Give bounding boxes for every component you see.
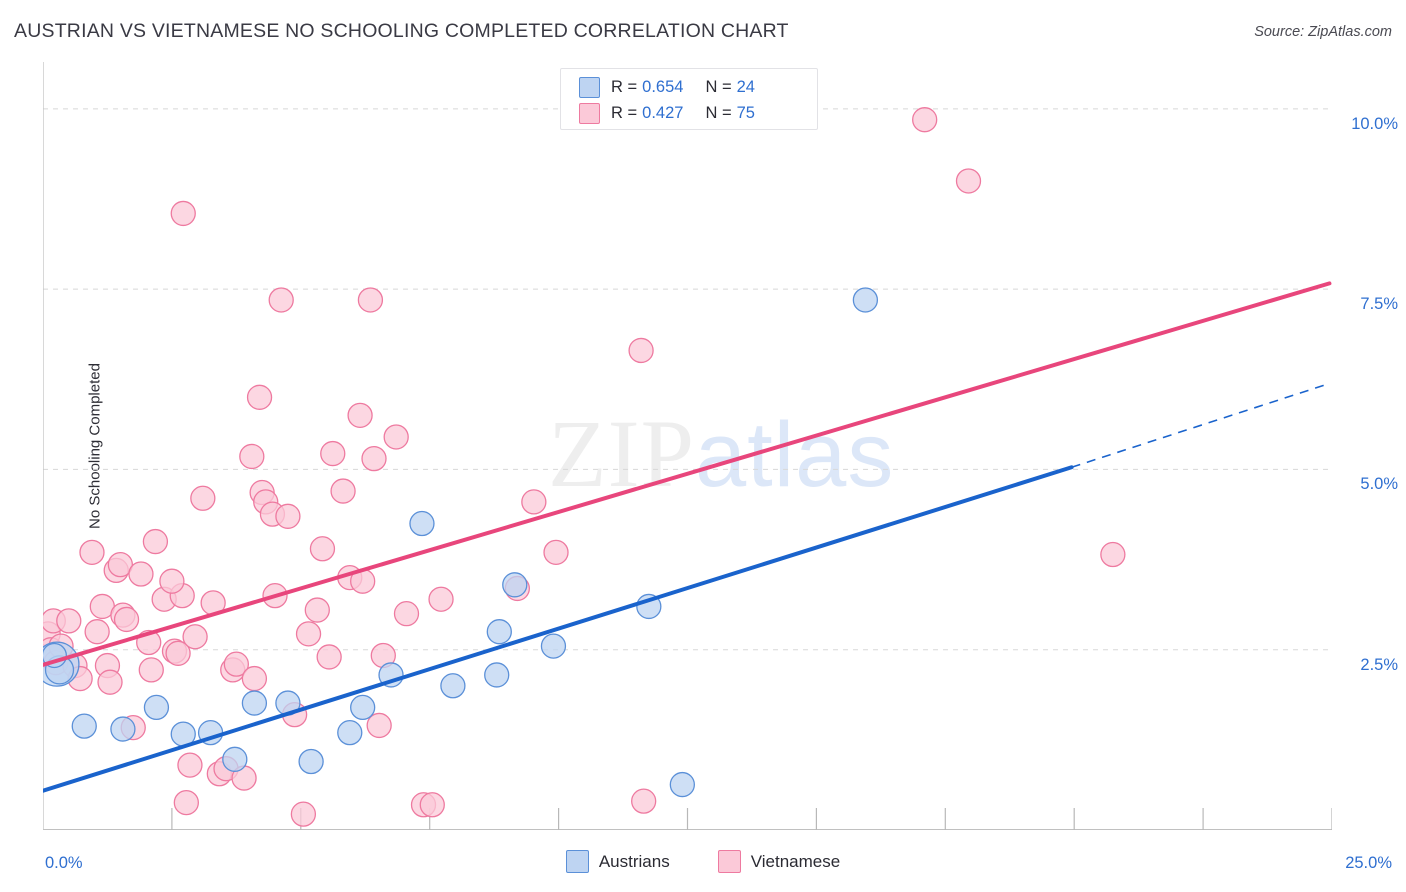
data-point[interactable] — [246, 384, 273, 410]
data-point[interactable] — [440, 673, 466, 699]
data-point[interactable] — [173, 789, 199, 816]
data-point[interactable] — [347, 402, 373, 429]
data-point[interactable] — [852, 287, 879, 313]
data-point[interactable] — [409, 510, 435, 537]
scatter-plot-svg — [43, 62, 1332, 830]
data-point[interactable] — [337, 719, 363, 746]
legend-item-austrians[interactable]: Austrians — [565, 850, 670, 873]
austrians-r-label: R = — [611, 77, 638, 96]
vietnamese-n-label: N = — [705, 103, 732, 122]
data-point[interactable] — [56, 608, 82, 634]
vietnamese-swatch-icon — [579, 102, 600, 124]
data-point[interactable] — [330, 478, 356, 504]
data-point[interactable] — [128, 561, 154, 587]
vietnamese-legend-swatch-icon — [717, 850, 741, 873]
correlation-stats-box: R = 0.654 N = 24 R = 0.427 N = 75 — [560, 68, 818, 130]
data-point[interactable] — [955, 168, 982, 194]
data-point[interactable] — [159, 568, 185, 594]
data-point[interactable] — [419, 792, 445, 818]
data-point[interactable] — [84, 619, 110, 645]
series-points-vietnamese — [43, 107, 1126, 827]
austrians-r-value: 0.654 — [642, 77, 684, 96]
data-point[interactable] — [428, 586, 454, 612]
data-point[interactable] — [170, 200, 196, 227]
stat-row-austrians: R = 0.654 N = 24 — [561, 74, 817, 100]
page-title: AUSTRIAN VS VIETNAMESE NO SCHOOLING COMP… — [14, 20, 789, 42]
data-point[interactable] — [543, 539, 569, 566]
data-point[interactable] — [521, 489, 547, 515]
data-point[interactable] — [912, 107, 938, 133]
y-tick-label: 5.0% — [1360, 475, 1398, 494]
data-point[interactable] — [357, 287, 384, 313]
trendline-extension-austrians — [1071, 383, 1328, 469]
data-point[interactable] — [383, 424, 409, 450]
vietnamese-legend-label: Vietnamese — [750, 851, 841, 871]
legend-item-vietnamese[interactable]: Vietnamese — [717, 850, 841, 873]
data-point[interactable] — [502, 572, 528, 598]
austrians-n-value: 24 — [736, 77, 755, 96]
data-point[interactable] — [222, 746, 248, 772]
data-point[interactable] — [268, 287, 294, 313]
vietnamese-r-label: R = — [611, 103, 638, 122]
data-point[interactable] — [1100, 541, 1126, 568]
data-point[interactable] — [350, 694, 376, 721]
data-point[interactable] — [241, 690, 268, 716]
austrians-swatch-icon — [579, 76, 600, 98]
plot-area — [43, 62, 1332, 830]
data-point[interactable] — [110, 716, 136, 742]
data-point[interactable] — [361, 445, 387, 472]
data-point[interactable] — [177, 752, 203, 778]
data-point[interactable] — [190, 485, 216, 511]
austrians-n-label: N = — [705, 77, 732, 96]
austrians-legend-label: Austrians — [598, 851, 670, 871]
data-point[interactable] — [316, 644, 342, 670]
correlation-chart: AUSTRIAN VS VIETNAMESE NO SCHOOLING COMP… — [0, 0, 1406, 892]
data-point[interactable] — [298, 748, 324, 775]
data-point[interactable] — [142, 528, 169, 555]
data-point[interactable] — [182, 624, 208, 650]
data-point[interactable] — [79, 539, 105, 566]
data-point[interactable] — [138, 657, 164, 683]
data-point[interactable] — [71, 713, 97, 739]
data-point[interactable] — [275, 503, 301, 529]
data-point[interactable] — [484, 662, 510, 688]
data-point[interactable] — [295, 621, 322, 647]
y-tick-label: 10.0% — [1351, 114, 1398, 133]
vietnamese-r-value: 0.427 — [642, 103, 684, 122]
data-point[interactable] — [309, 536, 336, 562]
data-point[interactable] — [628, 337, 654, 364]
y-tick-label: 7.5% — [1360, 295, 1398, 314]
stat-row-vietnamese: R = 0.427 N = 75 — [561, 100, 817, 126]
trendline-vietnamese — [43, 281, 1332, 667]
data-point[interactable] — [241, 665, 268, 692]
data-point[interactable] — [97, 669, 123, 695]
data-point[interactable] — [320, 440, 346, 467]
data-point[interactable] — [393, 601, 420, 627]
series-legend: Austrians Vietnamese — [0, 850, 1406, 873]
y-tick-label: 2.5% — [1360, 655, 1398, 674]
data-point[interactable] — [290, 801, 317, 827]
data-point[interactable] — [113, 606, 140, 633]
data-point[interactable] — [304, 597, 330, 623]
data-point[interactable] — [631, 788, 657, 814]
data-point[interactable] — [540, 633, 567, 659]
data-point[interactable] — [486, 619, 512, 645]
vietnamese-n-value: 75 — [736, 103, 755, 122]
source-attribution: Source: ZipAtlas.com — [1254, 24, 1392, 40]
data-point[interactable] — [143, 694, 170, 721]
data-point[interactable] — [239, 443, 265, 470]
austrians-legend-swatch-icon — [565, 850, 589, 873]
data-point[interactable] — [669, 771, 695, 798]
